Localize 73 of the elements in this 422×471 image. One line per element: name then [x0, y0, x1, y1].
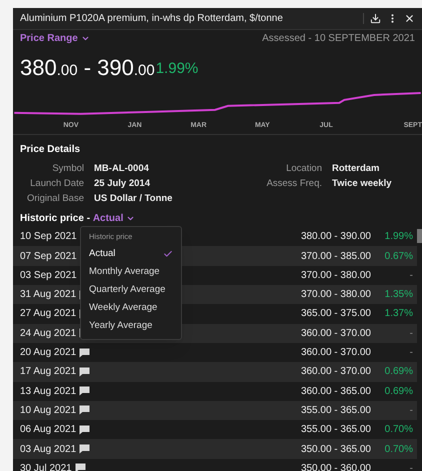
change-cell-text: 0.70% — [384, 423, 413, 438]
date-cell-text: 06 Aug 2021 — [20, 423, 76, 438]
change-cell-text: - — [408, 462, 413, 471]
price-range-cell-text: 370.00 - 385.00 — [300, 250, 371, 264]
change-cell-text: - — [408, 404, 413, 418]
price-range-cell-text: 365.00 - 375.00 — [300, 307, 371, 322]
download-icon[interactable] — [370, 12, 381, 24]
field-label: Location — [285, 162, 322, 176]
comment-icon[interactable] — [79, 444, 90, 454]
field-label: Launch Date — [29, 177, 84, 192]
price-range-cell-text: 360.00 - 370.00 — [300, 365, 371, 380]
change-cell-text: 1.37% — [384, 307, 413, 322]
date-cell-text: 24 Aug 2021 — [20, 326, 76, 341]
change-cell-text: - — [408, 326, 413, 341]
date-cell-text: 03 Sep 2021 — [20, 268, 77, 283]
price-range-cell-text: 360.00 - 370.00 — [300, 346, 371, 360]
comment-icon[interactable] — [74, 463, 86, 471]
price-range-cell-text: 380.00 - 390.00 — [300, 230, 371, 244]
comment-icon[interactable] — [79, 386, 90, 396]
field-value: Rotterdam — [332, 162, 381, 176]
section-title: Price Details — [20, 144, 80, 156]
date-cell-text: 03 Aug 2021 — [20, 442, 76, 457]
date-cell-text: 10 Aug 2021 — [20, 404, 76, 418]
historic-label: Historic price - — [20, 212, 92, 226]
date-cell-text: 30 Jul 2021 — [20, 462, 72, 471]
table-row[interactable]: 17 Aug 2021 360.00 - 370.00 0.69% — [13, 362, 417, 382]
table-row[interactable]: 30 Jul 2021 350.00 - 360.00 - — [13, 458, 417, 471]
date-cell-text: 27 Aug 2021 — [20, 307, 76, 322]
change-cell-text: 1.99% — [384, 230, 413, 244]
date-cell-text: 07 Sep 2021 — [20, 250, 77, 264]
comment-icon[interactable] — [79, 405, 90, 416]
change-cell-text: 0.67% — [384, 250, 413, 264]
comment-icon[interactable] — [79, 424, 90, 435]
price-range-cell-text: 355.00 - 365.00 — [300, 404, 371, 418]
price-range-cell-text: 350.00 - 365.00 — [300, 442, 371, 457]
date-cell-text: 17 Aug 2021 — [20, 365, 76, 380]
check-icon — [163, 249, 173, 260]
change-cell-text: - — [408, 346, 413, 360]
price-range-dropdown[interactable]: Price Range — [20, 31, 90, 46]
date-cell-text: 10 Sep 2021 — [20, 230, 77, 244]
price-range-cell-text: 350.00 - 360.00 — [300, 462, 371, 471]
field-value: US Dollar / Tonne — [94, 192, 174, 206]
price-range-cell-text: 370.00 - 380.00 — [300, 268, 371, 283]
assessed-date: Assessed - 10 SEPTEMBER 2021 — [262, 32, 415, 46]
date-cell-text: 13 Aug 2021 — [20, 384, 76, 399]
field-label: Original Base — [26, 192, 84, 206]
field-value: MB-AL-0004 — [94, 162, 150, 176]
change-cell-text: 0.70% — [384, 442, 413, 457]
table-row[interactable]: 03 Aug 2021 350.00 - 365.00 0.70% — [13, 439, 417, 459]
close-icon[interactable] — [404, 12, 415, 24]
window-title: Aluminium P1020A premium, in-whs dp Rotterdam, $/tonne — [20, 12, 283, 26]
field-value: Twice weekly — [332, 177, 392, 192]
historic-mode-dropdown[interactable]: Actual — [92, 210, 136, 226]
field-label: Assess Freq. — [266, 177, 322, 192]
table-row[interactable]: 10 Aug 2021 355.00 - 365.00 - — [13, 400, 417, 420]
menu-item[interactable]: Monthly Average — [81, 263, 181, 282]
date-cell-text: 31 Aug 2021 — [20, 288, 76, 302]
change-cell-text: 0.69% — [384, 384, 413, 399]
field-label: Symbol — [51, 162, 84, 176]
price-value: 380.00 - 390.00 — [20, 54, 155, 82]
price-change: 1.99% — [156, 59, 198, 80]
field-value: 25 July 2014 — [94, 177, 151, 192]
price-range-cell-text: 360.00 - 365.00 — [300, 384, 371, 399]
change-cell-text: 0.69% — [384, 365, 413, 380]
comment-icon[interactable] — [79, 366, 90, 377]
change-cell-text: - — [408, 268, 413, 283]
price-range-cell-text: 360.00 - 370.00 — [300, 326, 371, 341]
price-range-cell-text: 370.00 - 380.00 — [300, 288, 371, 302]
comment-icon[interactable] — [79, 348, 90, 358]
menu-item[interactable]: Actual — [81, 245, 181, 264]
date-cell-text: 20 Aug 2021 — [20, 346, 76, 360]
change-cell-text: 1.35% — [384, 288, 413, 302]
price-range-cell-text: 355.00 - 365.00 — [300, 423, 371, 438]
